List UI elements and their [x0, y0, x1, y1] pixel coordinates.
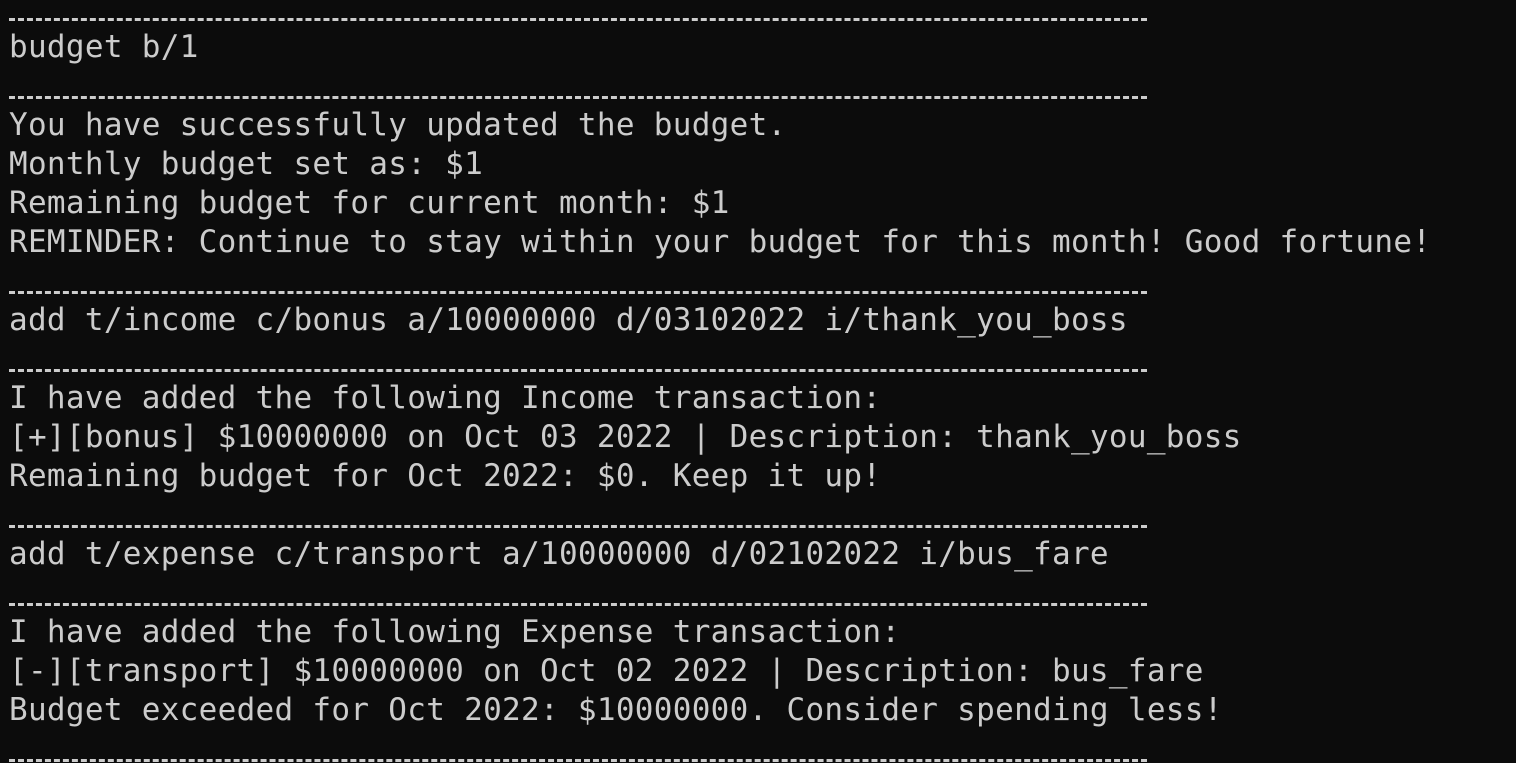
separator-line [9, 525, 1147, 528]
output-line: Budget exceeded for Oct 2022: $10000000.… [9, 692, 1223, 728]
separator-line [9, 18, 1147, 21]
output-line: I have added the following Income transa… [9, 380, 882, 416]
output-line: Remaining budget for Oct 2022: $0. Keep … [9, 458, 882, 494]
output-line: Monthly budget set as: $1 [9, 146, 484, 182]
output-line: [-][transport] $10000000 on Oct 02 2022 … [9, 653, 1204, 689]
terminal-window[interactable]: budget b/1 You have successfully updated… [0, 0, 1516, 763]
command-line: add t/expense c/transport a/10000000 d/0… [9, 536, 1109, 572]
separator-line [9, 759, 1147, 762]
separator-line [9, 369, 1147, 372]
separator-line [9, 96, 1147, 99]
separator-line [9, 603, 1147, 606]
command-line: budget b/1 [9, 29, 199, 65]
separator-line [9, 291, 1147, 294]
output-line: [+][bonus] $10000000 on Oct 03 2022 | De… [9, 419, 1242, 455]
output-line: You have successfully updated the budget… [9, 107, 787, 143]
command-line: add t/income c/bonus a/10000000 d/031020… [9, 302, 1128, 338]
output-line: Remaining budget for current month: $1 [9, 185, 730, 221]
output-line: I have added the following Expense trans… [9, 614, 901, 650]
output-line: REMINDER: Continue to stay within your b… [9, 224, 1432, 260]
